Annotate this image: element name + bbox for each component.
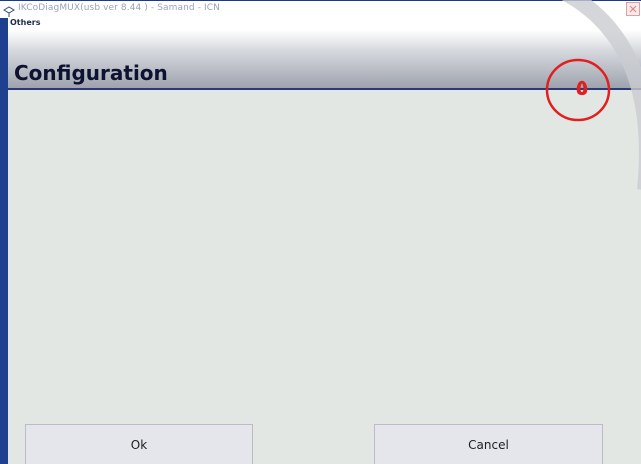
content-area [8,90,641,424]
close-icon [629,5,637,13]
ok-button[interactable]: Ok [25,424,253,464]
left-accent-strip [0,18,8,464]
cancel-button[interactable]: Cancel [374,424,603,464]
window-title: IKCoDiagMUX(usb ver 8.44 ) - Samand - IC… [18,3,220,13]
step-number-annotation: ٥ [544,57,612,123]
step-number: ٥ [575,76,588,101]
page-title: Configuration [14,61,168,85]
close-button[interactable] [626,2,640,16]
diagnostic-connector-icon [3,3,15,17]
window-titlebar[interactable]: IKCoDiagMUX(usb ver 8.44 ) - Samand - IC… [0,0,641,18]
app-window: IKCoDiagMUX(usb ver 8.44 ) - Samand - IC… [0,0,641,464]
menu-bar: Others [8,18,641,30]
button-bar: Ok Cancel [8,424,641,464]
menu-item-others[interactable]: Others [10,18,40,27]
